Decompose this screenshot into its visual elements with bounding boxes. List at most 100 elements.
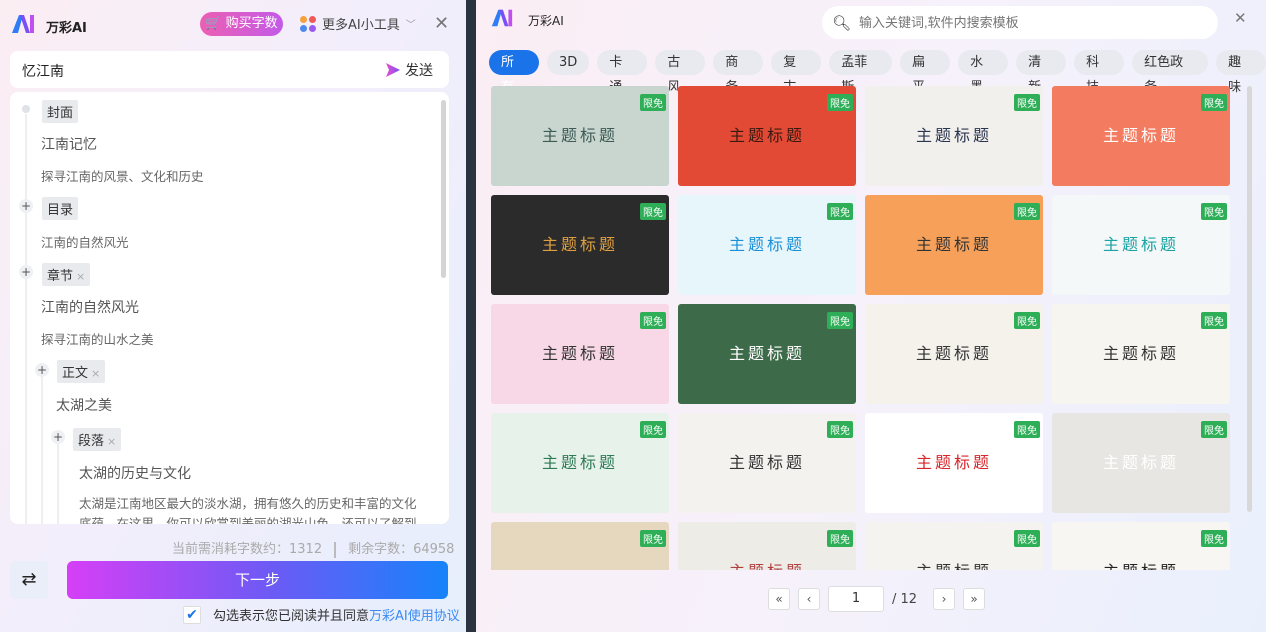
buy-words-button[interactable]: 🛒 购买字数 [200,12,283,36]
outline-scrollbar[interactable] [441,100,446,278]
apps-icon [300,15,316,32]
category-tab[interactable]: 红色政务 [1132,50,1209,95]
template-card[interactable]: 主题标题 限免 [865,195,1043,295]
free-badge: 限免 [640,312,666,329]
template-card[interactable]: 主题标题 限免 [1052,522,1230,570]
template-card[interactable]: 主题标题 限免 [1052,413,1230,513]
expand-plus-icon[interactable]: + [19,265,33,279]
paragraph-text[interactable]: 太湖是江南地区最大的淡水湖，拥有悠久的历史和丰富的文化底蕴。在这里，你可以欣赏到… [79,494,424,524]
template-thumbnail-title: 主题标题 [915,235,992,254]
body-title[interactable]: 太湖之美 [56,395,112,415]
free-badge: 限免 [1014,94,1040,111]
send-label: 发送 [405,63,433,79]
template-card[interactable]: 主题标题 限免 [491,304,669,404]
category-tab[interactable]: 清新 [1016,50,1067,95]
expand-plus-icon[interactable]: + [19,199,33,213]
refresh-icon: ⇄ [21,569,37,590]
template-thumbnail-title: 主题标题 [678,558,856,570]
template-card[interactable]: 主题标题 限免 [678,304,856,404]
chapter-subtitle[interactable]: 探寻江南的山水之美 [41,329,154,348]
topic-input-value[interactable]: 忆江南 [22,61,64,81]
template-card[interactable]: 主题标题 限免 [491,86,669,186]
close-icon[interactable]: ✕ [1234,9,1247,27]
send-button[interactable]: 发送 [385,60,433,80]
more-ai-tools-dropdown[interactable]: 更多AI小工具 ﹀ [300,14,416,33]
search-input[interactable] [859,15,1190,30]
free-badge: 限免 [827,94,853,111]
page-input[interactable]: 1 [828,586,884,612]
agree-text: 勾选表示您已阅读并且同意 [213,609,370,624]
category-tab[interactable]: 复古 [771,50,822,95]
cart-icon: 🛒 [205,16,222,31]
category-tab[interactable]: 所有 [489,50,539,95]
template-thumbnail-title: 主题标题 [541,126,618,145]
paragraph-title[interactable]: 太湖的历史与文化 [79,463,191,483]
template-card[interactable]: 主题标题 限免 [491,413,669,513]
next-step-button[interactable]: 下一步 [67,561,448,599]
template-card[interactable]: 主题标题 限免 [1052,195,1230,295]
close-icon[interactable]: ✕ [434,13,449,34]
last-page-button[interactable]: » [963,588,986,610]
template-thumbnail-title: 主题标题 [1052,558,1230,570]
agreement: ✔ 勾选表示您已阅读并且同意万彩AI使用协议 [183,605,460,624]
regenerate-button[interactable]: ⇄ [10,561,48,599]
topic-input[interactable]: 忆江南 发送 [10,51,449,88]
grid-scrollbar[interactable] [1247,86,1252,512]
category-tab[interactable]: 卡通 [597,50,648,95]
template-card[interactable]: 主题标题 限免 [865,304,1043,404]
toc-item[interactable]: 江南的自然风光 [41,232,129,251]
total-pages: / 12 [892,591,918,607]
template-card[interactable]: 主题标题 限免 [1052,304,1230,404]
template-search[interactable]: 🔍︎ [822,6,1218,39]
agreement-link[interactable]: 万彩AI使用协议 [369,609,460,624]
cover-title[interactable]: 江南记忆 [41,134,97,154]
buy-label: 购买字数 [225,16,278,31]
remove-icon[interactable]: × [91,367,100,380]
free-badge: 限免 [1201,312,1227,329]
wancai-logo-icon [491,9,513,27]
chapter-title[interactable]: 江南的自然风光 [41,297,139,317]
category-tab[interactable]: 3D [546,50,590,75]
template-card[interactable]: 主题标题 限免 [1052,86,1230,186]
category-tab[interactable]: 古风 [655,50,706,95]
template-card[interactable]: 主题标题 限免 [678,413,856,513]
search-icon: 🔍︎ [832,13,852,32]
category-tab[interactable]: 科技 [1074,50,1125,95]
agree-checkbox[interactable]: ✔ [183,605,201,624]
category-tab[interactable]: 孟菲斯 [829,50,893,95]
free-badge: 限免 [1201,94,1227,111]
category-tab[interactable]: 扁平 [900,50,951,95]
more-tools-label: 更多AI小工具 [322,18,400,33]
brand-name: 万彩AI [528,14,564,28]
remove-icon[interactable]: × [107,435,116,448]
next-page-button[interactable]: › [933,588,956,610]
remove-icon[interactable]: × [76,270,85,283]
free-badge: 限免 [1201,421,1227,438]
template-card[interactable]: 主题标题 限免 [865,413,1043,513]
free-badge: 限免 [640,94,666,111]
chevron-down-icon: ﹀ [405,20,416,31]
template-card[interactable]: 主题标题 限免 [678,195,856,295]
expand-plus-icon[interactable]: + [51,430,65,444]
first-page-button[interactable]: « [768,588,790,610]
template-card[interactable]: 主题标题 限免 [678,86,856,186]
template-card[interactable]: 主题标题 限免 [865,522,1043,570]
tag-paragraph: 段落 × [73,428,122,451]
free-badge: 限免 [1201,530,1227,547]
tag-cover: 封面 [42,100,79,123]
category-tab[interactable]: 商务 [713,50,764,95]
category-tab[interactable]: 水墨 [958,50,1009,95]
template-card[interactable]: 主题标题 限免 [491,195,669,295]
prev-page-button[interactable]: ‹ [798,588,820,610]
template-thumbnail-title: 主题标题 [865,558,1043,570]
template-thumbnail-title: 主题标题 [1102,453,1179,472]
template-thumbnail-title: 主题标题 [541,344,618,363]
template-thumbnail-title: 主题标题 [728,453,805,472]
expand-plus-icon[interactable]: + [35,363,49,377]
tag-chapter: 章节 × [42,263,91,286]
category-tab[interactable]: 趣味 [1216,50,1266,95]
cover-subtitle[interactable]: 探寻江南的风景、文化和历史 [41,166,204,185]
template-card[interactable]: 主题标题 限免 [678,522,856,570]
template-card[interactable]: 主题标题 限免 [865,86,1043,186]
template-card[interactable]: 限免 [491,522,669,570]
